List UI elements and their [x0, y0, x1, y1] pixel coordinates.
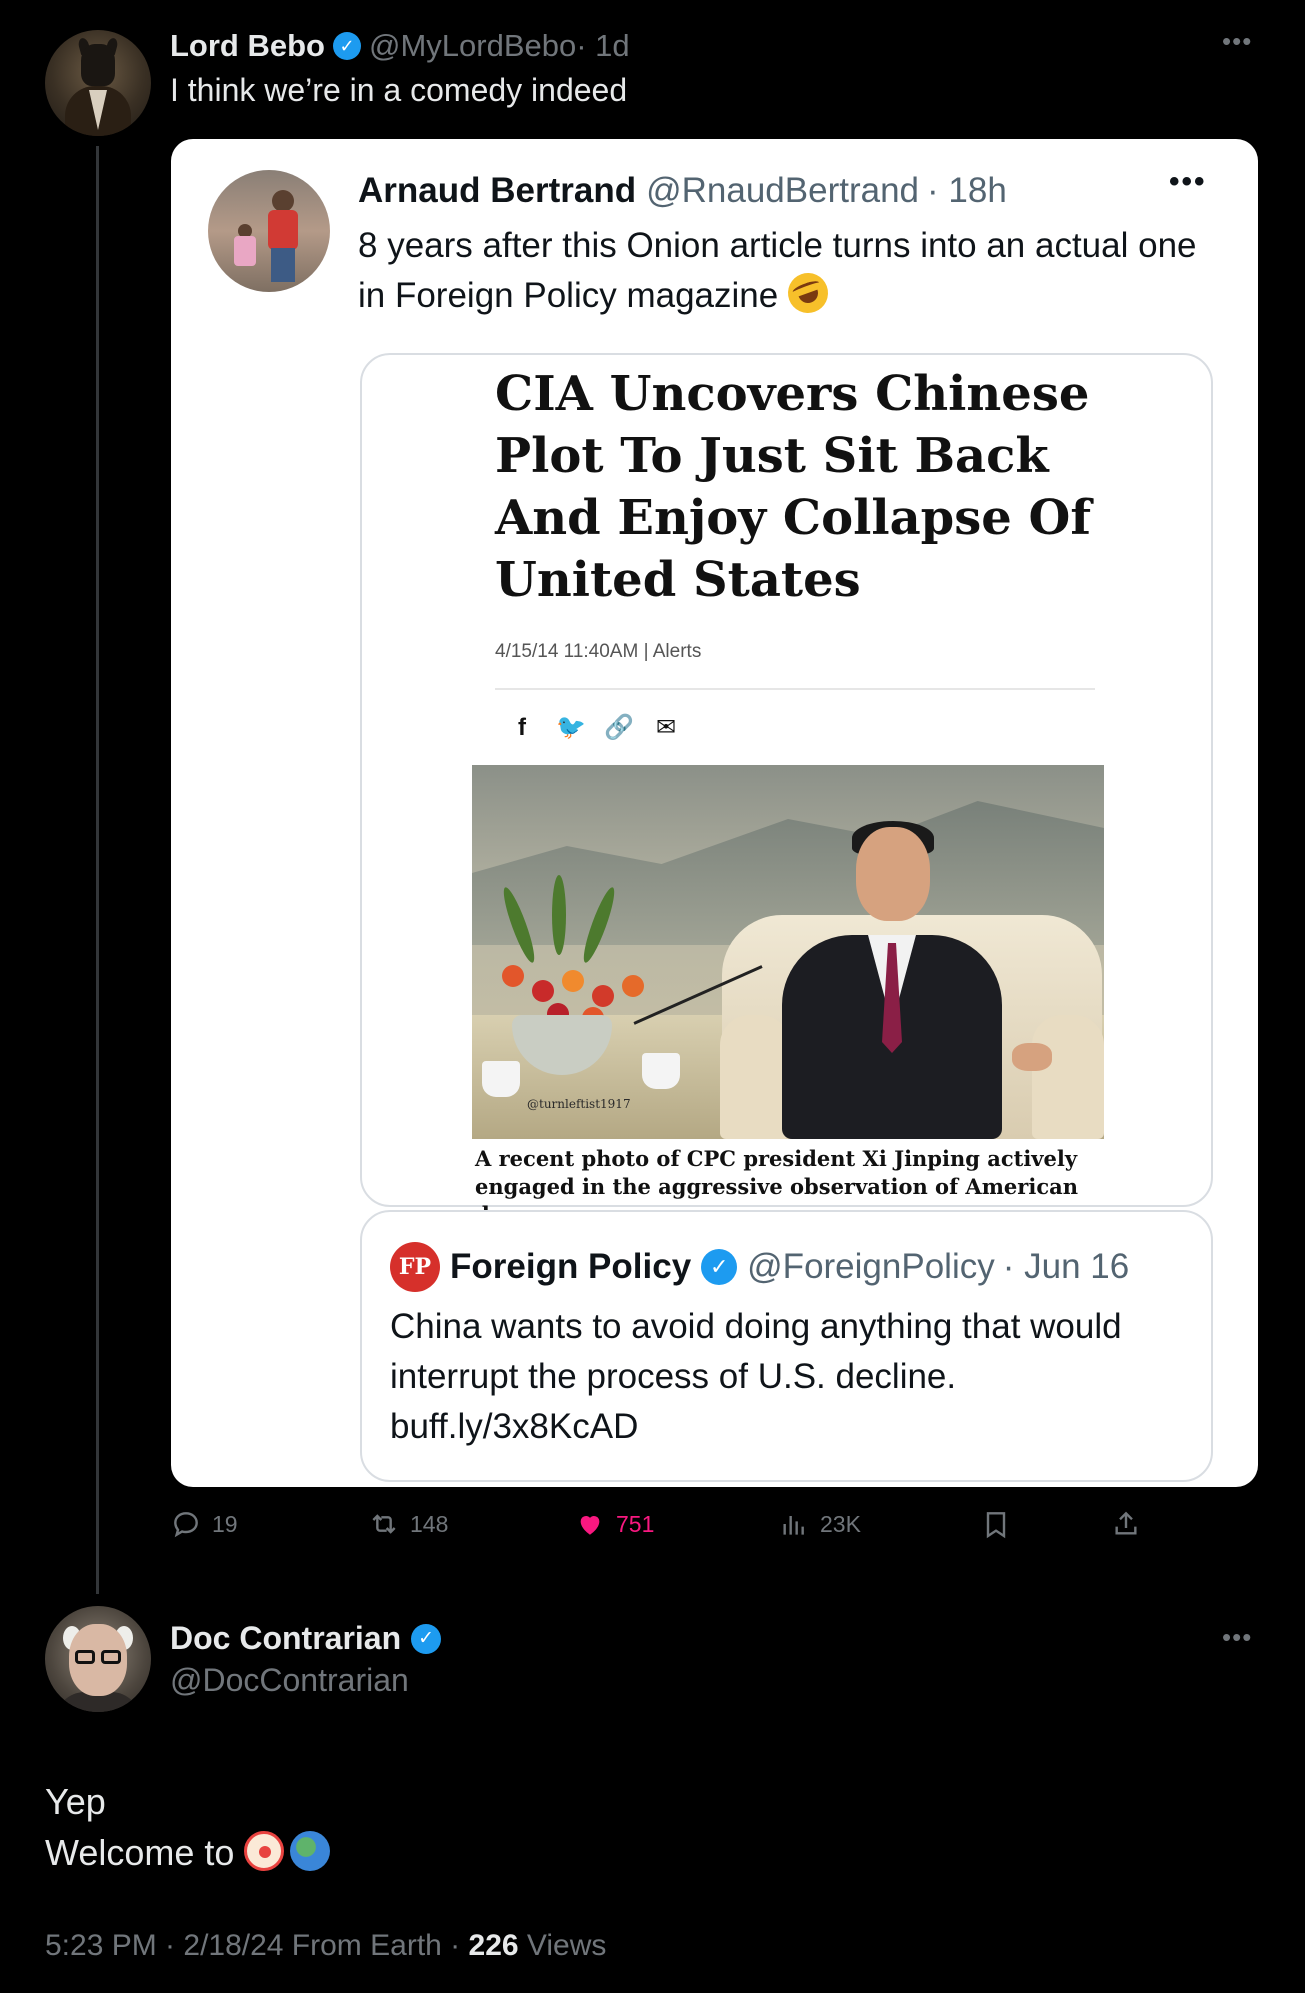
divider: [495, 688, 1095, 690]
globe-icon: [290, 1831, 331, 1871]
quoted-link: buff.ly/3x8KcAD: [390, 1407, 639, 1446]
quoted-author-name: Foreign Policy: [450, 1247, 692, 1286]
embedded-header: Arnaud Bertrand @RnaudBertrand · 18h: [358, 171, 1007, 211]
author-handle[interactable]: @MyLordBebo: [369, 28, 576, 64]
avatar[interactable]: [45, 1606, 151, 1712]
views-button[interactable]: 23K: [778, 1508, 861, 1540]
attached-image[interactable]: Arnaud Bertrand @RnaudBertrand · 18h •••…: [171, 139, 1258, 1487]
verified-badge-icon: ✓: [411, 1623, 442, 1654]
bookmark-button[interactable]: [980, 1508, 1012, 1540]
twitter-icon: 🐦: [556, 714, 586, 741]
reply-author-name[interactable]: Doc Contrarian: [170, 1620, 401, 1657]
onion-article-card: CIA Uncovers Chinese Plot To Just Sit Ba…: [360, 353, 1213, 1227]
embedded-text: 8 years after this Onion article turns i…: [358, 226, 1197, 315]
analytics-icon: [783, 1516, 804, 1535]
embedded-more-icon: •••: [1169, 165, 1207, 198]
foreign-policy-logo: FP: [390, 1242, 440, 1292]
retweet-count: 148: [410, 1510, 449, 1537]
retweet-icon: [372, 1514, 396, 1534]
facebook-icon: f: [518, 713, 526, 741]
like-button[interactable]: 751: [574, 1508, 654, 1540]
reply-line-2: Welcome to: [45, 1827, 331, 1878]
reply-author-row: Doc Contrarian ✓: [170, 1620, 442, 1657]
more-options-icon[interactable]: •••: [1222, 26, 1252, 57]
link-icon: 🔗: [604, 714, 634, 741]
share-icon: [1115, 1511, 1137, 1535]
bookmark-icon: [986, 1512, 1006, 1539]
reply-views-count: 226: [468, 1929, 519, 1962]
embedded-author-handle: @RnaudBertrand: [646, 171, 920, 210]
verified-badge-icon: ✓: [701, 1249, 738, 1285]
views-count: 23K: [820, 1510, 861, 1537]
article-headline: CIA Uncovers Chinese Plot To Just Sit Ba…: [495, 366, 1091, 608]
embedded-time: · 18h: [927, 171, 1007, 210]
retweet-button[interactable]: 148: [368, 1508, 448, 1540]
quoted-tweet: FP Foreign Policy ✓ @ForeignPolicy · Jun…: [360, 1210, 1213, 1482]
thread-connector-line: [96, 146, 99, 1594]
more-options-icon[interactable]: •••: [1222, 1622, 1252, 1653]
reply-text: Yep Welcome to: [45, 1776, 331, 1878]
article-photo: @turnleftist1917: [472, 765, 1104, 1139]
quoted-text: China wants to avoid doing anything that…: [390, 1302, 1190, 1452]
share-button[interactable]: [1110, 1508, 1142, 1540]
reply-meta: 5:23 PM · 2/18/24 From Earth · 226 Views: [45, 1929, 606, 1963]
reply-author-handle[interactable]: @DocContrarian: [170, 1662, 409, 1699]
photo-watermark: @turnleftist1917: [527, 1097, 631, 1111]
author-name[interactable]: Lord Bebo: [170, 28, 325, 64]
share-icons: f 🐦 🔗 ✉: [508, 713, 680, 742]
verified-badge-icon: ✓: [333, 32, 361, 60]
quoted-body: China wants to avoid doing anything that…: [390, 1307, 1122, 1396]
like-count: 751: [616, 1510, 655, 1537]
quoted-time: · Jun 16: [1002, 1247, 1130, 1286]
quoted-header: FP Foreign Policy ✓ @ForeignPolicy · Jun…: [390, 1242, 1129, 1292]
reply-line-2-text: Welcome to: [45, 1832, 235, 1873]
article-meta: 4/15/14 11:40AM | Alerts: [495, 641, 702, 662]
tweet-header: Lord Bebo ✓ @MyLordBebo · 1d: [170, 26, 630, 66]
avatar[interactable]: [45, 30, 151, 136]
embedded-avatar: [208, 170, 330, 292]
embedded-author-name: Arnaud Bertrand: [358, 171, 637, 210]
tweet-text: I think we’re in a comedy indeed: [170, 72, 628, 108]
clown-face-icon: [244, 1831, 285, 1871]
tweet-time[interactable]: · 1d: [576, 28, 629, 64]
reply-icon: [174, 1512, 198, 1538]
reply-timestamp[interactable]: 5:23 PM · 2/18/24 From Earth ·: [45, 1929, 469, 1962]
reply-line-1: Yep: [45, 1781, 106, 1822]
heart-icon: [580, 1516, 600, 1535]
laughing-emoji-icon: [782, 267, 834, 319]
reply-button[interactable]: 19: [170, 1508, 238, 1540]
embedded-tweet-text: 8 years after this Onion article turns i…: [358, 221, 1218, 321]
mail-icon: ✉: [655, 714, 677, 741]
reply-views-label: Views: [518, 1929, 607, 1962]
quoted-author-handle: @ForeignPolicy: [747, 1247, 995, 1286]
reply-count: 19: [212, 1510, 238, 1537]
